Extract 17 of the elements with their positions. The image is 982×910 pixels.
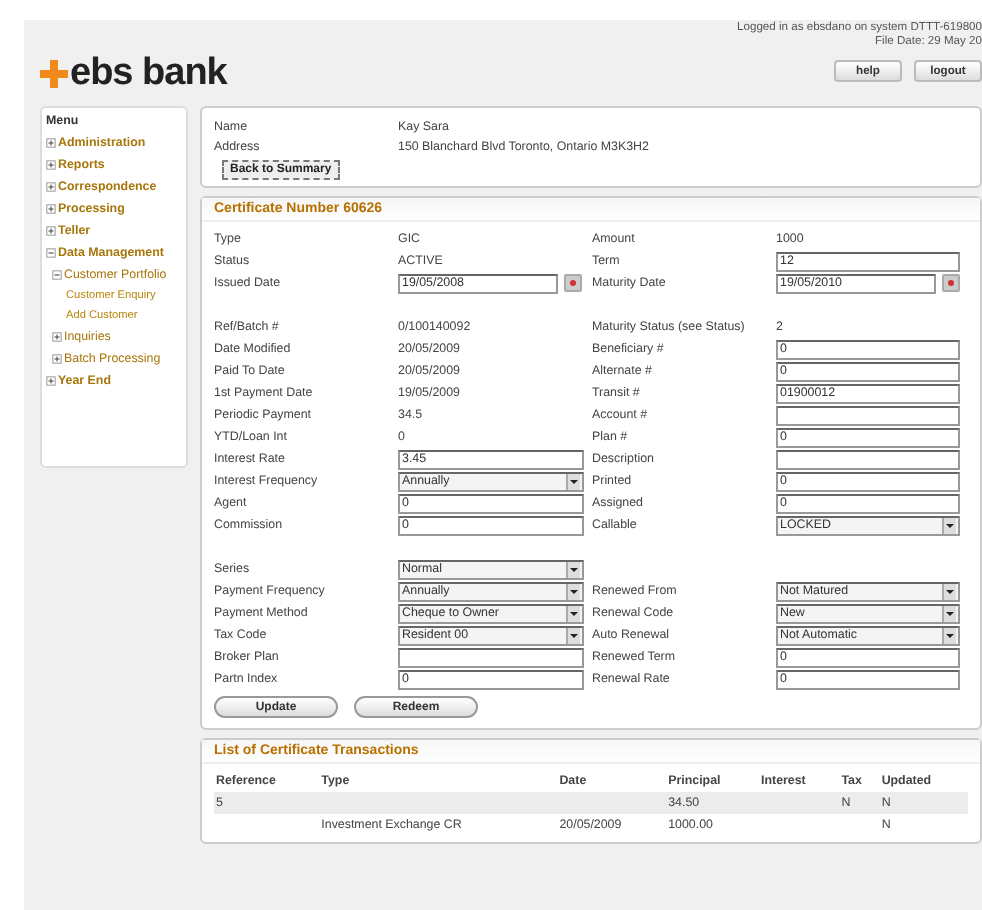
expand-icon[interactable] [46,376,56,386]
expand-icon[interactable] [46,204,56,214]
input-field[interactable] [398,647,584,667]
input-field[interactable] [776,405,960,425]
collapse-icon[interactable] [52,270,62,280]
calendar-icon[interactable] [564,274,582,292]
calendar-icon[interactable] [942,274,960,292]
expand-icon[interactable] [46,138,56,148]
input-field[interactable] [776,449,960,469]
expand-icon[interactable] [46,226,56,236]
expand-icon[interactable] [46,182,56,192]
collapse-icon[interactable] [46,248,56,258]
expand-icon[interactable] [52,354,62,364]
expand-icon[interactable] [46,160,56,170]
plus-logo-icon [40,59,68,87]
expand-icon[interactable] [52,332,62,342]
logo-text: ebs bank [70,51,227,95]
